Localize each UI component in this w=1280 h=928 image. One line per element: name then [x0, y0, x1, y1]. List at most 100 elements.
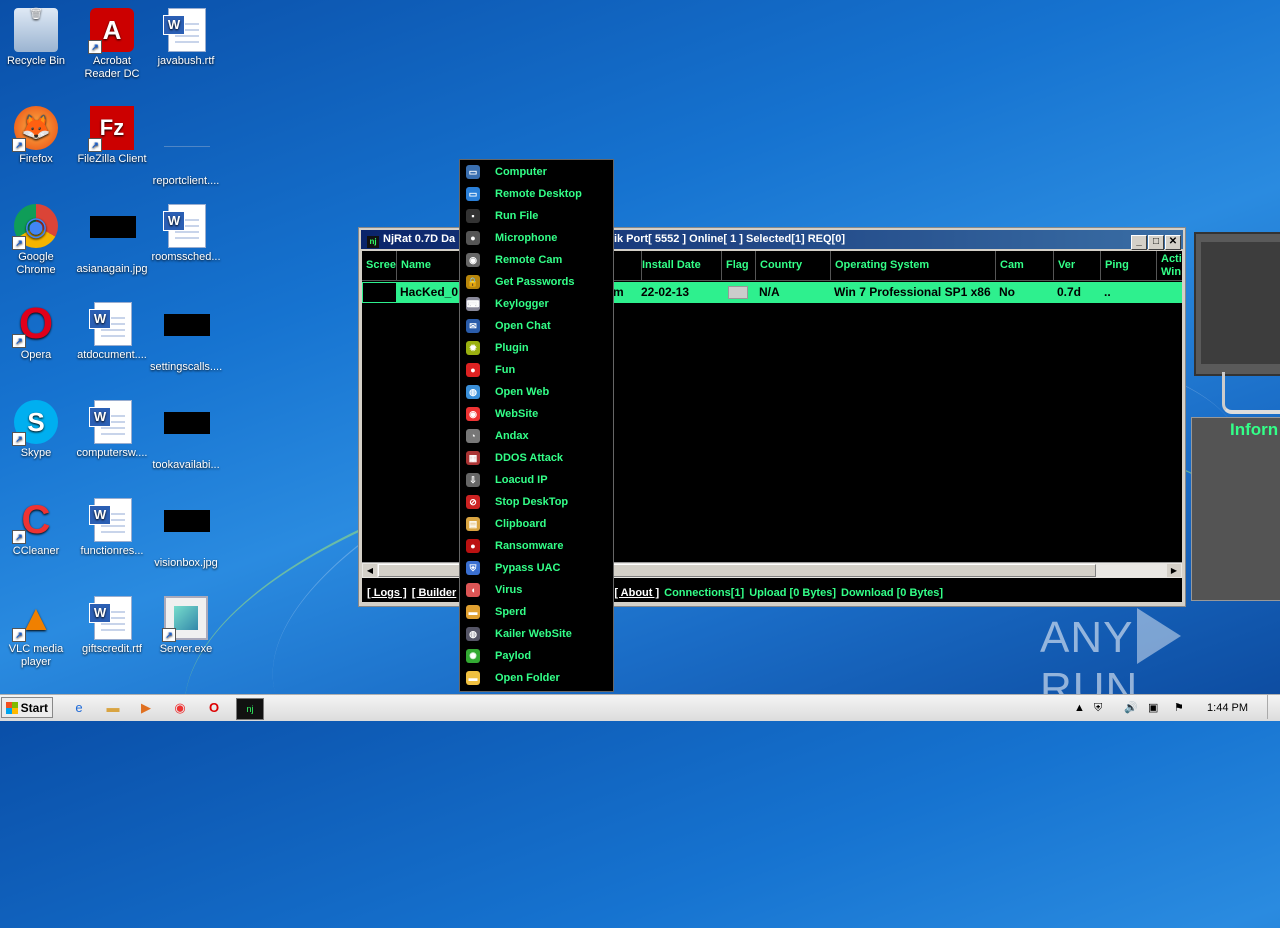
- volume-icon[interactable]: 🔊: [1124, 695, 1138, 721]
- menu-item-remote-cam[interactable]: ◉ Remote Cam: [460, 249, 613, 271]
- menu-item-label: Open Folder: [495, 672, 560, 684]
- opera-icon[interactable]: O: [203, 698, 225, 718]
- maximize-button[interactable]: □: [1148, 235, 1164, 250]
- chrome-icon[interactable]: ◉: [169, 698, 191, 718]
- menu-item-ddos-attack[interactable]: ▦ DDOS Attack: [460, 447, 613, 469]
- desktop-icon[interactable]: ◉ ↗ Google Chrome: [0, 204, 72, 277]
- desktop-icon[interactable]: Wroomssched...: [150, 204, 222, 264]
- column-header-ver[interactable]: Ver: [1054, 251, 1101, 281]
- column-header-flag[interactable]: Flag: [722, 251, 756, 281]
- desktop-icon[interactable]: visionbox.jpg: [150, 498, 222, 570]
- menu-item-computer[interactable]: ▭ Computer: [460, 161, 613, 183]
- desktop-icon[interactable]: S ↗ Skype: [0, 400, 72, 460]
- country-cell: N/A: [759, 285, 780, 299]
- menu-item-ransomware[interactable]: ● Ransomware: [460, 535, 613, 557]
- column-header-cam[interactable]: Cam: [996, 251, 1054, 281]
- close-button[interactable]: ✕: [1165, 235, 1181, 250]
- desktop-icon[interactable]: reportclient....: [150, 106, 222, 188]
- exe-icon: ↗: [162, 596, 208, 642]
- minimize-button[interactable]: _: [1131, 235, 1147, 250]
- security-tray-icon[interactable]: ⛨: [1094, 695, 1102, 721]
- scroll-right-arrow-icon[interactable]: ▶: [1167, 564, 1181, 577]
- menu-item-website[interactable]: ◉ WebSite: [460, 403, 613, 425]
- menu-item-label: Open Web: [495, 386, 550, 398]
- context-menu[interactable]: ▭ Computer ▭ Remote Desktop ▪ Run File ● Microp…: [459, 159, 614, 692]
- desktop-icon-label: Google Chrome: [16, 251, 56, 276]
- logs-link[interactable]: [ Logs ]: [367, 587, 407, 599]
- show-hidden-icons-icon[interactable]: ▲: [1074, 695, 1085, 721]
- menu-item-label: Get Passwords: [495, 276, 575, 288]
- desktop-icon[interactable]: Fz ↗ FileZilla Client: [76, 106, 148, 166]
- menu-item-open-web[interactable]: ◍ Open Web: [460, 381, 613, 403]
- ccleaner-icon: C ↗: [12, 498, 58, 544]
- menu-item-fun[interactable]: ● Fun: [460, 359, 613, 381]
- column-header-install-date[interactable]: Install Date: [638, 251, 722, 281]
- ie-icon[interactable]: e: [68, 698, 90, 718]
- menu-item-open-folder[interactable]: ▬ Open Folder: [460, 667, 613, 689]
- blank-file-icon: [164, 128, 210, 172]
- desktop-icon[interactable]: asianagain.jpg: [76, 204, 148, 276]
- filezilla-icon: Fz ↗: [88, 106, 134, 152]
- column-header-country[interactable]: Country: [756, 251, 831, 281]
- desktop-icon[interactable]: Watdocument....: [76, 302, 148, 362]
- scroll-left-arrow-icon[interactable]: ◀: [363, 564, 377, 577]
- column-header-active-window[interactable]: Acti Win: [1157, 251, 1182, 281]
- start-button[interactable]: Start: [1, 697, 53, 718]
- desktop-icon[interactable]: Wcomputersw....: [76, 400, 148, 460]
- stop-icon: ⊘: [466, 495, 480, 509]
- shortcut-arrow-icon: ↗: [12, 334, 26, 348]
- about-link[interactable]: [ About ]: [614, 587, 659, 599]
- builder-link[interactable]: [ Builder: [412, 587, 457, 599]
- desktop-icon[interactable]: ↗ Server.exe: [150, 596, 222, 656]
- desktop-icon[interactable]: tookavailabi...: [150, 400, 222, 472]
- desktop-icon[interactable]: Wjavabush.rtf: [150, 8, 222, 68]
- menu-item-pypass-uac[interactable]: ⛨ Pypass UAC: [460, 557, 613, 579]
- menu-item-keylogger[interactable]: ⌨ Keylogger: [460, 293, 613, 315]
- monitor-icon: ▭: [466, 165, 480, 179]
- action-center-flag-icon[interactable]: ⚑: [1174, 695, 1184, 721]
- menu-item-plugin[interactable]: ✹ Plugin: [460, 337, 613, 359]
- menu-item-get-passwords[interactable]: 🔒 Get Passwords: [460, 271, 613, 293]
- clock[interactable]: 1:44 PM: [1207, 695, 1248, 721]
- desktop-icon[interactable]: Wfunctionres...: [76, 498, 148, 558]
- menu-item-kailer-website[interactable]: ◍ Kailer WebSite: [460, 623, 613, 645]
- menu-item-remote-desktop[interactable]: ▭ Remote Desktop: [460, 183, 613, 205]
- desktop-icon[interactable]: 🗑 Recycle Bin: [0, 8, 72, 68]
- column-header-screen[interactable]: Scree: [362, 251, 397, 281]
- menu-item-label: Sperd: [495, 606, 527, 618]
- column-header-operating-system[interactable]: Operating System: [831, 251, 996, 281]
- menu-item-clipboard[interactable]: ▤ Clipboard: [460, 513, 613, 535]
- desktop-icon[interactable]: 🦊 ↗ Firefox: [0, 106, 72, 166]
- shortcut-arrow-icon: ↗: [12, 138, 26, 152]
- desktop-icon[interactable]: settingscalls....: [150, 302, 222, 374]
- njrat-taskbar-icon[interactable]: nj: [236, 698, 264, 720]
- menu-item-sperd[interactable]: ▬ Sperd: [460, 601, 613, 623]
- menu-item-paylod[interactable]: ✺ Paylod: [460, 645, 613, 667]
- menu-item-andax[interactable]: ◔ Andax: [460, 425, 613, 447]
- menu-item-microphone[interactable]: ● Microphone: [460, 227, 613, 249]
- menu-item-label: Pypass UAC: [495, 562, 561, 574]
- image-thumbnail-icon: [164, 314, 210, 358]
- andax-icon: ◔: [466, 429, 480, 443]
- desktop-icon[interactable]: Wgiftscredit.rtf: [76, 596, 148, 656]
- desktop-icon[interactable]: A ↗ Acrobat Reader DC: [76, 8, 148, 81]
- show-desktop-button[interactable]: [1267, 695, 1280, 719]
- watermark-left: ANY: [1040, 613, 1134, 662]
- menu-item-run-file[interactable]: ▪ Run File: [460, 205, 613, 227]
- network-icon[interactable]: ▣: [1148, 695, 1158, 721]
- menu-item-virus[interactable]: ◖ Virus: [460, 579, 613, 601]
- desktop-icon[interactable]: ▲ ↗ VLC media player: [0, 596, 72, 669]
- menu-item-stop-desktop[interactable]: ⊘ Stop DeskTop: [460, 491, 613, 513]
- menu-item-label: Computer: [495, 166, 547, 178]
- lock-icon: 🔒: [466, 275, 480, 289]
- column-header-ping[interactable]: Ping: [1101, 251, 1157, 281]
- desktop-icon[interactable]: C ↗ CCleaner: [0, 498, 72, 558]
- desktop-icon[interactable]: O ↗ Opera: [0, 302, 72, 362]
- desktop-icon-label: Acrobat Reader DC: [84, 55, 140, 80]
- menu-item-open-chat[interactable]: ✉ Open Chat: [460, 315, 613, 337]
- explorer-icon[interactable]: ▬: [102, 698, 124, 718]
- ping-cell: ..: [1104, 285, 1111, 299]
- desktop-icon-label: CCleaner: [12, 545, 60, 557]
- menu-item-loacud-ip[interactable]: ⇩ Loacud IP: [460, 469, 613, 491]
- media-player-icon[interactable]: ▶: [135, 698, 157, 718]
